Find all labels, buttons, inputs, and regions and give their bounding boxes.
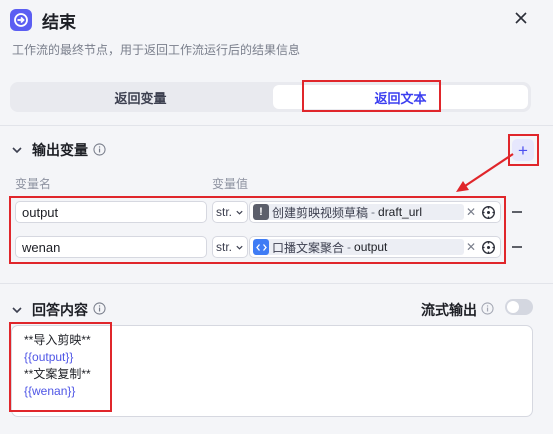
node-title: 结束 xyxy=(42,13,76,32)
remove-row-icon[interactable] xyxy=(511,206,523,218)
annotation-box-rows xyxy=(9,196,506,264)
end-node-icon xyxy=(10,9,32,31)
remove-row-icon[interactable] xyxy=(511,241,523,253)
info-icon[interactable] xyxy=(93,302,106,315)
divider xyxy=(0,283,553,284)
chevron-down-icon[interactable] xyxy=(11,304,23,316)
answer-section-title: 回答内容 xyxy=(32,302,88,318)
annotation-box-answer xyxy=(9,322,112,412)
toggle-knob xyxy=(507,301,519,313)
divider xyxy=(0,125,553,126)
output-section-title: 输出变量 xyxy=(32,142,88,158)
tab-return-variable[interactable]: 返回变量 xyxy=(13,85,268,109)
close-icon[interactable] xyxy=(511,8,531,28)
annotation-box-tab xyxy=(302,80,441,112)
info-icon[interactable] xyxy=(481,302,494,315)
return-mode-tabs: 返回变量 返回文本 xyxy=(10,82,531,112)
stream-output-toggle[interactable] xyxy=(505,299,533,315)
column-header-value: 变量值 xyxy=(212,177,249,191)
end-node-panel: 结束 工作流的最终节点，用于返回工作流运行后的结果信息 返回变量 返回文本 输出… xyxy=(0,0,553,434)
column-header-name: 变量名 xyxy=(15,177,52,191)
annotation-arrow xyxy=(456,153,514,192)
chevron-down-icon[interactable] xyxy=(11,144,23,156)
info-icon[interactable] xyxy=(93,143,106,156)
stream-output-label: 流式输出 xyxy=(421,302,477,318)
node-description: 工作流的最终节点，用于返回工作流运行后的结果信息 xyxy=(12,43,301,57)
